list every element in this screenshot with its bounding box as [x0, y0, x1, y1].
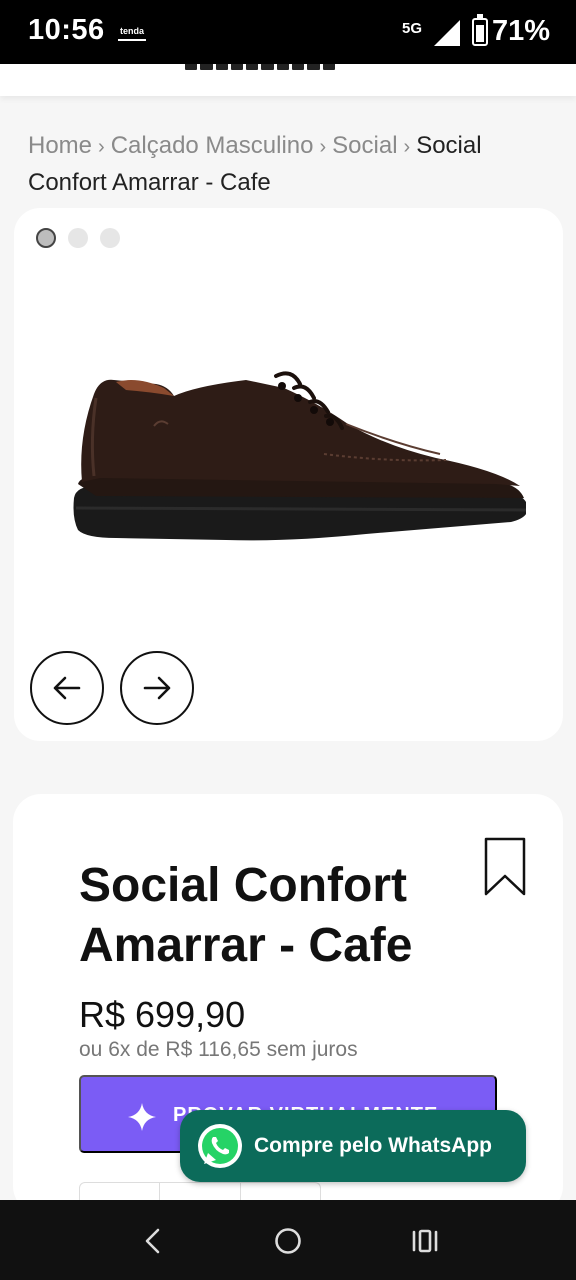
status-bar: 10:56 tenda 5G 71%	[0, 0, 576, 64]
status-time: 10:56	[28, 14, 105, 46]
product-gallery	[14, 208, 563, 741]
whatsapp-label: Compre pelo WhatsApp	[254, 1134, 493, 1157]
breadcrumb-subcategory[interactable]: Social	[332, 132, 397, 159]
arrow-left-icon	[53, 676, 81, 700]
product-image	[73, 371, 526, 541]
back-icon[interactable]	[138, 1226, 168, 1256]
site-header	[0, 64, 576, 96]
breadcrumb: Home › Calçado Masculino › Social › Social Con…	[28, 128, 558, 200]
breadcrumb-home[interactable]: Home	[28, 132, 92, 159]
product-title: Social Confort Amarrar - Cafe	[79, 859, 413, 972]
logo[interactable]	[185, 64, 335, 70]
breadcrumb-category[interactable]: Calçado Masculino	[111, 132, 314, 159]
gallery-dot[interactable]	[100, 228, 120, 248]
gallery-next-button[interactable]	[120, 651, 194, 725]
bookmark-icon[interactable]	[483, 836, 527, 898]
chevron-right-icon: ›	[319, 136, 327, 158]
gallery-prev-button[interactable]	[30, 651, 104, 725]
whatsapp-icon	[198, 1124, 242, 1168]
battery-icon	[472, 14, 488, 46]
sparkle-icon	[128, 1103, 156, 1131]
arrow-right-icon	[143, 676, 171, 700]
recent-apps-icon[interactable]	[410, 1226, 440, 1256]
gallery-dots	[36, 228, 120, 248]
gallery-dot[interactable]	[36, 228, 56, 248]
chevron-right-icon: ›	[403, 136, 411, 158]
chevron-right-icon: ›	[98, 136, 105, 158]
installments-text: ou 6x de R$ 116,65 sem juros	[79, 1038, 358, 1061]
signal-icon	[434, 20, 460, 46]
home-icon[interactable]	[273, 1226, 303, 1256]
product-price: R$ 699,90	[79, 994, 246, 1035]
network-type: 5G	[402, 20, 423, 37]
whatsapp-buy-button[interactable]: Compre pelo WhatsApp	[180, 1110, 526, 1182]
gallery-dot[interactable]	[68, 228, 88, 248]
system-nav-bar	[0, 1200, 576, 1280]
app-notification-icon: tenda	[118, 25, 146, 41]
battery-percent: 71%	[492, 15, 551, 47]
